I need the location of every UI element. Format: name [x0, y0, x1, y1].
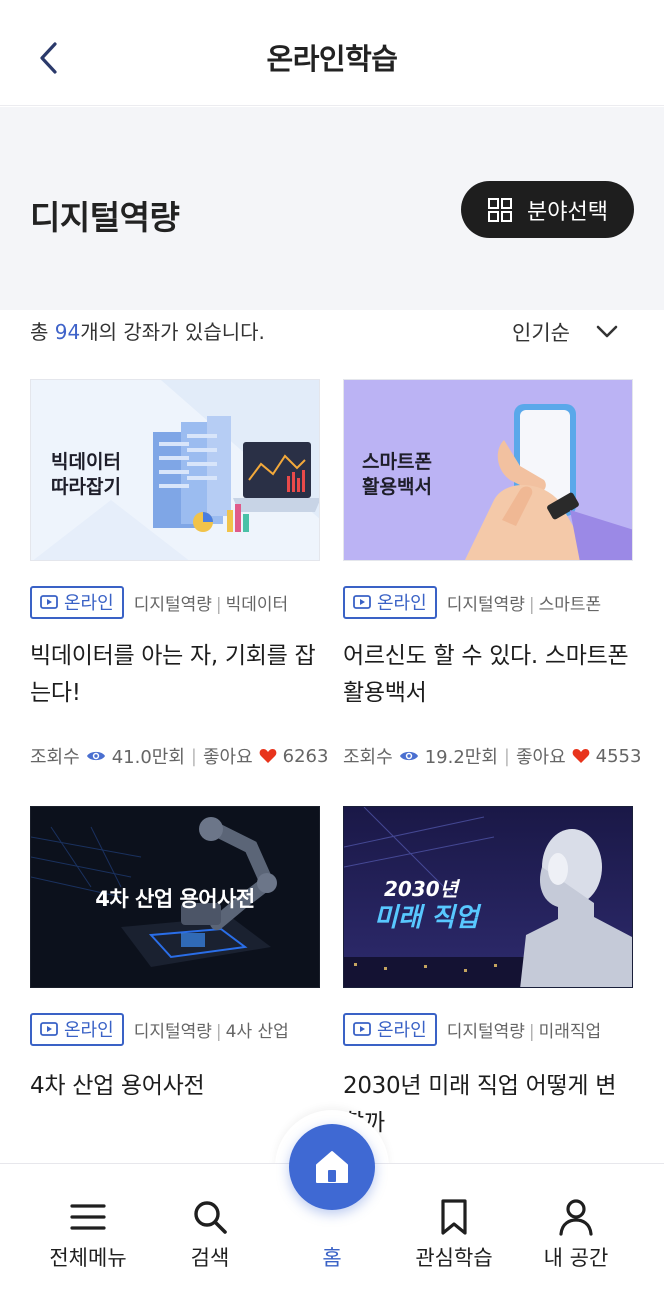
course-meta: 온라인 디지털역량 | 빅데이터: [30, 585, 330, 619]
eye-icon: [399, 751, 418, 761]
course-categories: 디지털역량 | 스마트폰: [446, 594, 602, 615]
course-categories: 디지털역량 | 4사 산업: [133, 1021, 289, 1042]
likes-count: 4553: [595, 745, 642, 767]
category-label: 디지털역량: [133, 594, 212, 615]
online-badge: 온라인: [343, 585, 437, 619]
play-icon: [353, 595, 371, 609]
play-icon: [40, 595, 58, 609]
course-stats: 조회수 41.0만회 | 좋아요 6263: [30, 743, 350, 769]
nav-item-bookmark[interactable]: 관심학습: [388, 1164, 520, 1294]
online-badge: 온라인: [30, 1012, 124, 1046]
course-count: 총 94개의 강좌가 있습니다.: [30, 316, 265, 345]
badge-label: 온라인: [64, 1020, 114, 1041]
heart-icon: [572, 749, 590, 763]
home-fab-button[interactable]: [289, 1124, 375, 1210]
category-label: 디지털역량: [446, 594, 525, 615]
search-icon: [194, 1201, 227, 1234]
menu-icon: [70, 1204, 106, 1230]
thumbnail-text: 활용백서: [362, 476, 432, 498]
field-select-button[interactable]: 분야선택: [461, 181, 634, 238]
views-label: 조회수: [30, 747, 80, 768]
online-badge: 온라인: [30, 585, 124, 619]
count-prefix: 총: [30, 320, 55, 344]
course-categories: 디지털역량 | 빅데이터: [133, 594, 289, 615]
likes-label: 좋아요: [515, 747, 566, 768]
course-card[interactable]: 빅데이터 따라잡기 온라인 디지털역량 | 빅데이터 빅데이터를 아는 자, 기회를…: [30, 379, 330, 779]
subcategory-label: 빅데이터: [225, 594, 289, 615]
badge-label: 온라인: [377, 1020, 427, 1041]
course-title[interactable]: 2030년 미래 직업 어떻게 변 할까: [343, 1068, 643, 1142]
course-categories: 디지털역량 | 미래직업: [446, 1021, 602, 1042]
subcategory-label: 스마트폰: [538, 594, 602, 615]
course-title-line: 활용백서: [343, 680, 427, 706]
thumbnail-text: 빅데이터: [51, 451, 121, 473]
user-icon: [559, 1199, 593, 1236]
thumbnail-text: 미래 직업: [374, 903, 479, 933]
likes-label: 좋아요: [202, 747, 253, 768]
category-title: 디지털역량: [30, 198, 180, 237]
course-meta: 온라인 디지털역량 | 스마트폰: [343, 585, 643, 619]
badge-label: 온라인: [64, 593, 114, 614]
nav-label: 내 공간: [543, 1246, 609, 1270]
course-card[interactable]: 4차 산업 용어사전 온라인 디지털역량 | 4사 산업 4차 산업 용어사전: [30, 806, 330, 1146]
badge-label: 온라인: [377, 593, 427, 614]
chevron-down-icon: [596, 325, 618, 338]
play-icon: [353, 1022, 371, 1036]
heart-icon: [259, 749, 277, 763]
bookmark-icon: [441, 1199, 467, 1235]
grid-icon: [488, 197, 513, 222]
course-meta: 온라인 디지털역량 | 4사 산업: [30, 1012, 330, 1046]
count-suffix: 개의 강좌가 있습니다.: [80, 320, 265, 344]
nav-item-search[interactable]: 검색: [144, 1164, 276, 1294]
course-thumbnail[interactable]: 4차 산업 용어사전: [30, 806, 320, 988]
nav-label: 홈: [322, 1246, 342, 1270]
course-meta: 온라인 디지털역량 | 미래직업: [343, 1012, 643, 1046]
category-banner: 디지털역량 분야선택: [0, 107, 664, 310]
count-number: 94: [54, 320, 81, 344]
subcategory-label: 미래직업: [538, 1021, 602, 1042]
course-title-line: 어르신도 할 수 있다. 스마트폰: [343, 643, 629, 669]
nav-label: 관심학습: [415, 1246, 493, 1270]
play-icon: [40, 1022, 58, 1036]
thumbnail-text: 따라잡기: [51, 476, 121, 498]
views-label: 조회수: [343, 747, 393, 768]
course-title[interactable]: 4차 산업 용어사전: [30, 1068, 330, 1105]
nav-label: 전체메뉴: [49, 1246, 127, 1270]
course-title-line: 4차 산업 용어사전: [30, 1073, 205, 1099]
page-title: 온라인학습: [266, 42, 398, 76]
course-thumbnail[interactable]: 빅데이터 따라잡기: [30, 379, 320, 561]
nav-item-menu[interactable]: 전체메뉴: [22, 1164, 154, 1294]
field-select-label: 분야선택: [527, 199, 608, 225]
course-thumbnail[interactable]: 스마트폰 활용백서: [343, 379, 633, 561]
course-title-line: 는다!: [30, 680, 81, 706]
course-title-line: 할까: [343, 1105, 643, 1142]
course-card[interactable]: 스마트폰 활용백서 온라인 디지털역량 | 스마트폰 어르신도 할 수 있다. 스마…: [343, 379, 643, 779]
online-badge: 온라인: [343, 1012, 437, 1046]
course-stats: 조회수 19.2만회 | 좋아요 4553: [343, 743, 653, 769]
category-label: 디지털역량: [446, 1021, 525, 1042]
views-count: 41.0만회: [111, 747, 185, 768]
course-title-line: 2030년 미래 직업 어떻게 변: [343, 1073, 617, 1099]
course-thumbnail[interactable]: 2030년 미래 직업: [343, 806, 633, 988]
course-title[interactable]: 빅데이터를 아는 자, 기회를 잡 는다!: [30, 638, 330, 712]
eye-icon: [86, 751, 105, 761]
sort-dropdown[interactable]: 인기순: [512, 316, 624, 348]
sort-label: 인기순: [512, 321, 570, 345]
likes-count: 6263: [282, 745, 329, 767]
nav-label: 검색: [190, 1246, 230, 1270]
subcategory-label: 4사 산업: [225, 1021, 289, 1042]
nav-item-my-space[interactable]: 내 공간: [510, 1164, 642, 1294]
home-icon: [316, 1151, 348, 1183]
thumbnail-text: 4차 산업 용어사전: [95, 887, 255, 911]
course-card[interactable]: 2030년 미래 직업 온라인 디지털역량 | 미래직업 2030년 미래 직업 어…: [343, 806, 643, 1146]
top-header: 온라인학습: [0, 0, 664, 106]
views-count: 19.2만회: [424, 747, 498, 768]
thumbnail-text: 스마트폰: [362, 451, 432, 473]
course-title[interactable]: 어르신도 할 수 있다. 스마트폰 활용백서: [343, 638, 643, 712]
course-title-line: 빅데이터를 아는 자, 기회를 잡: [30, 643, 316, 669]
category-label: 디지털역량: [133, 1021, 212, 1042]
